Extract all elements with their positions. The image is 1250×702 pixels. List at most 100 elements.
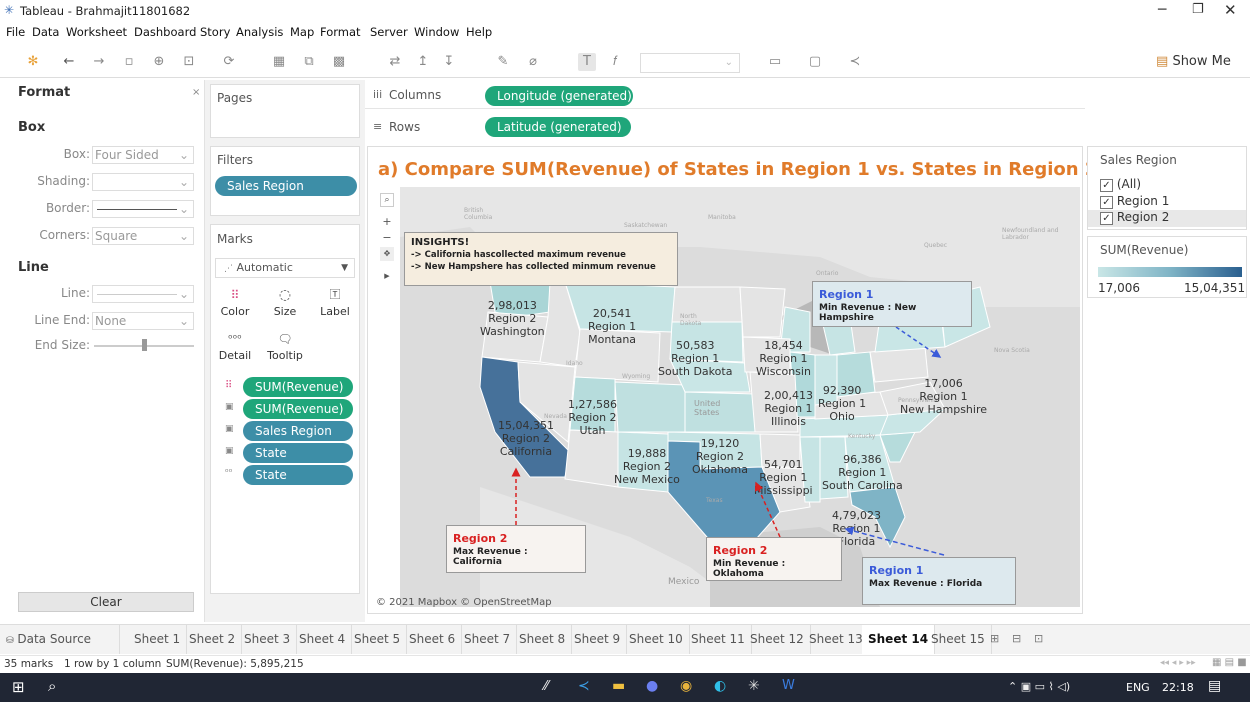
corners-dropdown[interactable]: Square ⌄ [92,227,194,245]
filter-item-region-2[interactable]: ✓ Region 2 [1088,210,1246,227]
tab-sheet-8[interactable]: Sheet 8 [513,625,573,654]
windows-start-icon[interactable]: ⊞ [12,678,25,696]
language-indicator[interactable]: ENG [1126,681,1150,694]
tableau-taskbar-icon[interactable]: ✳ [748,678,760,694]
menu-help[interactable]: Help [466,25,492,39]
menu-dashboard[interactable]: Dashboard [134,25,196,39]
sheet-view-icons[interactable]: ▦ ▤ ■ [1212,657,1247,668]
duplicate-icon[interactable]: ⧉ [300,53,318,71]
forward-arrow-icon[interactable]: → [90,53,108,71]
search-icon[interactable]: ⌕ [48,677,56,695]
clock[interactable]: 22:18 [1162,681,1194,694]
map-view[interactable]: a) Compare SUM(Revenue) of States in Reg… [367,146,1163,614]
tab-sheet-7[interactable]: Sheet 7 [458,625,518,654]
columns-shelf[interactable]: iii Columns Longitude (generated) [365,83,1085,109]
format-close-icon[interactable]: × [192,87,200,98]
end-size-slider-handle[interactable] [142,339,147,351]
tab-data-source[interactable]: ⛁ Data Source [0,625,120,654]
size-button[interactable]: ◌ Size [265,285,305,325]
tab-sheet-12[interactable]: Sheet 12 [744,625,811,654]
refresh-icon[interactable]: ⟳ [220,53,238,71]
tab-sheet-2[interactable]: Sheet 2 [183,625,243,654]
tab-sheet-6[interactable]: Sheet 6 [403,625,463,654]
new-worksheet-tab-icon[interactable]: ⊞ [990,632,999,645]
show-labels-icon[interactable]: T [578,53,596,71]
pause-updates-icon[interactable]: ⊡ [180,53,198,71]
tab-sheet-15[interactable]: Sheet 15 [925,625,992,654]
minimize-icon[interactable]: ─ [1158,2,1166,18]
mark-pill-state-label[interactable]: State [243,443,353,463]
device-preview-icon[interactable]: ▢ [806,53,824,71]
mark-pill-sum-revenue-color[interactable]: SUM(Revenue) [243,377,353,397]
tab-sheet-13[interactable]: Sheet 13 [803,625,870,654]
mark-pill-state-detail[interactable]: State [243,465,353,485]
show-me-button[interactable]: ▤ Show Me [1156,54,1231,69]
tab-sheet-9[interactable]: Sheet 9 [568,625,628,654]
tableau-logo-icon[interactable]: ✻ [24,53,42,71]
tab-sheet-3[interactable]: Sheet 3 [238,625,298,654]
rows-shelf[interactable]: ≡ Rows Latitude (generated) [365,115,1085,141]
filters-card[interactable]: Filters Sales Region [210,146,360,216]
new-datasource-icon[interactable]: ⊕ [150,53,168,71]
taskbar-app-icon[interactable]: ⁄⁄ [544,679,548,694]
tab-sheet-1[interactable]: Sheet 1 [128,625,188,654]
format-workbook-icon[interactable]: 𝑓 [606,53,624,71]
clear-sheet-icon[interactable]: ▩ [330,53,348,71]
line-dropdown[interactable]: ⌄ [92,285,194,303]
chrome-icon[interactable]: ◉ [680,678,692,694]
mark-type-dropdown[interactable]: ⋰ Automatic ▼ [215,258,355,278]
line-end-dropdown[interactable]: None ⌄ [92,312,194,330]
tab-sheet-11[interactable]: Sheet 11 [685,625,752,654]
notification-icon[interactable]: ▤ [1208,678,1221,694]
word-icon[interactable]: W [782,678,795,693]
box-dropdown[interactable]: Four Sided ⌄ [92,146,194,164]
sort-asc-icon[interactable]: ↥ [414,53,432,71]
highlight-icon[interactable]: ✎ [494,53,512,71]
filter-item-all[interactable]: ✓ (All) [1100,177,1141,192]
color-button[interactable]: ⠿ Color [215,285,255,325]
mark-pill-sum-revenue-label[interactable]: SUM(Revenue) [243,399,353,419]
share-icon[interactable]: ≺ [846,53,864,71]
shading-dropdown[interactable]: ⌄ [92,173,194,191]
sort-desc-icon[interactable]: ↧ [440,53,458,71]
new-dashboard-tab-icon[interactable]: ⊟ [1012,632,1021,645]
menu-map[interactable]: Map [290,25,314,39]
app-circle-icon[interactable]: ● [646,678,658,694]
rows-pill-latitude[interactable]: Latitude (generated) [485,117,631,137]
detail-button[interactable]: ᵒᵒᵒ Detail [215,329,255,369]
menu-story[interactable]: Story [200,25,230,39]
tab-sheet-4[interactable]: Sheet 4 [293,625,353,654]
file-explorer-icon[interactable]: ▬ [612,678,625,694]
label-button[interactable]: 🅃 Label [315,285,355,325]
tray-icons[interactable]: ⌃ ▣ ▭ ⌇ ◁) [1008,680,1070,693]
filter-item-region-1[interactable]: ✓ Region 1 [1100,194,1169,209]
border-dropdown[interactable]: ⌄ [92,200,194,218]
filter-pill-sales-region[interactable]: Sales Region [215,176,357,196]
new-worksheet-icon[interactable]: ▦ [270,53,288,71]
edge-icon[interactable]: ◐ [714,678,726,694]
menu-server[interactable]: Server [370,25,408,39]
menu-worksheet[interactable]: Worksheet [66,25,127,39]
save-icon[interactable]: ▫ [120,53,138,71]
maximize-icon[interactable]: ❐ [1192,2,1204,17]
pages-card[interactable]: Pages [210,84,360,138]
presentation-mode-icon[interactable]: ▭ [766,53,784,71]
columns-pill-longitude[interactable]: Longitude (generated) [485,86,633,106]
menu-format[interactable]: Format [320,25,361,39]
back-arrow-icon[interactable]: ← [60,53,78,71]
tooltip-button[interactable]: 🗨 Tooltip [265,329,305,369]
close-icon[interactable]: ✕ [1224,1,1237,19]
vscode-icon[interactable]: ≺ [578,678,590,694]
menu-analysis[interactable]: Analysis [236,25,283,39]
group-icon[interactable]: ⌀ [524,53,542,71]
new-story-tab-icon[interactable]: ⊡ [1034,632,1043,645]
mark-pill-sales-region[interactable]: Sales Region [243,421,353,441]
fit-dropdown[interactable]: ⌄ [640,53,740,73]
tab-sheet-5[interactable]: Sheet 5 [348,625,408,654]
sheet-nav-icons[interactable]: ◂◂ ◂ ▸ ▸▸ [1160,658,1196,668]
tab-sheet-10[interactable]: Sheet 10 [623,625,690,654]
clear-button[interactable]: Clear [18,592,194,612]
swap-icon[interactable]: ⇄ [386,53,404,71]
menu-data[interactable]: Data [32,25,59,39]
menu-window[interactable]: Window [414,25,459,39]
